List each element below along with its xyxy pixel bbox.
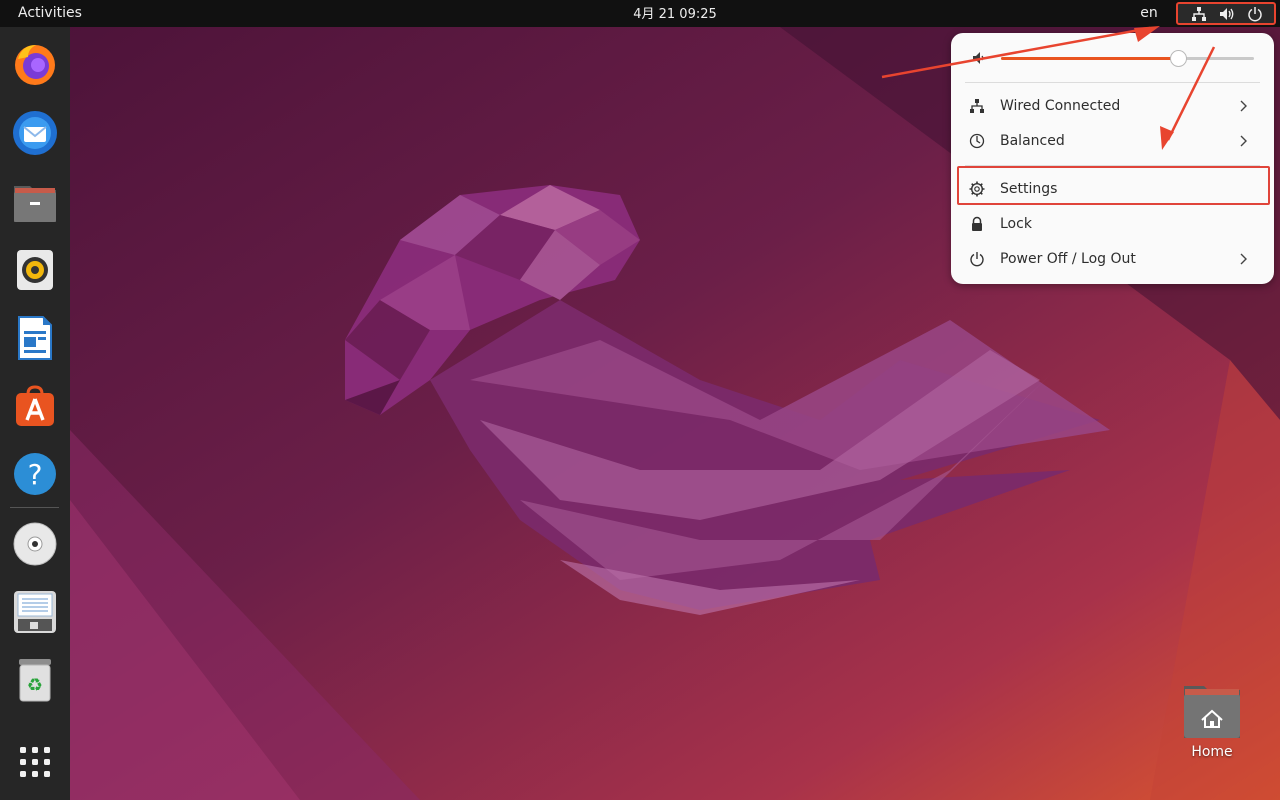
svg-text:?: ?	[28, 458, 43, 491]
help-icon: ?	[14, 453, 56, 495]
home-folder-label: Home	[1191, 744, 1233, 760]
volume-slider-fill	[1001, 57, 1179, 60]
thunderbird-icon	[13, 111, 57, 155]
network-icon	[1192, 7, 1206, 21]
volume-slider-handle[interactable]	[1170, 50, 1188, 67]
dock-item-software[interactable]	[10, 381, 60, 431]
gear-icon	[969, 181, 985, 197]
quick-settings-menu: Wired Connected Balanced Settings Lock P…	[951, 33, 1274, 284]
home-folder-icon	[1184, 686, 1240, 738]
files-icon	[14, 186, 56, 222]
volume-low-icon	[973, 52, 984, 64]
power-profile-icon	[969, 133, 985, 149]
menu-separator	[965, 82, 1260, 83]
desktop-home-folder[interactable]: Home	[1176, 680, 1248, 770]
dock-item-firefox[interactable]	[10, 39, 60, 89]
network-wired-icon	[970, 99, 984, 113]
writer-icon	[18, 316, 52, 360]
dock-separator	[10, 507, 59, 508]
menu-item-power-off[interactable]: Power Off / Log Out	[957, 242, 1268, 277]
trash-icon: ♻	[19, 659, 51, 702]
menu-item-label: Settings	[1000, 181, 1058, 197]
top-bar: Activities 4月 21 09:25 en	[0, 0, 1280, 27]
clock-container: 4月 21 09:25	[0, 0, 1280, 27]
dock-item-rhythmbox[interactable]	[10, 245, 60, 295]
disc-icon	[13, 522, 57, 566]
system-indicators-button[interactable]	[1176, 2, 1276, 25]
app-grid-icon	[20, 747, 50, 777]
menu-item-wired-connected[interactable]: Wired Connected	[957, 89, 1268, 124]
volume-icon	[1220, 8, 1234, 20]
volume-row	[951, 45, 1274, 71]
menu-item-label: Lock	[1000, 216, 1032, 232]
firefox-icon	[15, 45, 55, 85]
show-applications-button[interactable]	[10, 737, 60, 787]
menu-item-power-profile[interactable]: Balanced	[957, 124, 1268, 159]
chevron-right-icon	[1240, 100, 1247, 112]
dock-item-files[interactable]	[10, 177, 60, 227]
chevron-right-icon	[1240, 253, 1247, 265]
dock-item-trash[interactable]: ♻	[10, 655, 60, 705]
drive-icon	[14, 591, 56, 633]
dock-item-writer[interactable]	[10, 313, 60, 363]
menu-item-settings[interactable]: Settings	[957, 172, 1268, 207]
dock-item-disc[interactable]	[10, 519, 60, 569]
keyboard-layout-indicator[interactable]: en	[1134, 0, 1164, 27]
dock: ? ♻	[0, 27, 70, 800]
volume-slider[interactable]	[1001, 50, 1254, 67]
software-icon	[16, 385, 54, 426]
rhythmbox-icon	[17, 250, 53, 290]
dock-item-drive[interactable]	[10, 587, 60, 637]
dock-item-thunderbird[interactable]	[10, 108, 60, 158]
menu-item-lock[interactable]: Lock	[957, 207, 1268, 242]
dock-item-help[interactable]: ?	[10, 449, 60, 499]
clock-button[interactable]: 4月 21 09:25	[633, 7, 717, 22]
power-icon	[1248, 7, 1262, 22]
power-icon	[970, 252, 984, 267]
menu-item-label: Power Off / Log Out	[1000, 251, 1136, 267]
svg-text:♻: ♻	[27, 675, 43, 696]
chevron-right-icon	[1240, 135, 1247, 147]
menu-item-label: Balanced	[1000, 133, 1065, 149]
activities-button[interactable]: Activities	[0, 0, 100, 27]
menu-item-label: Wired Connected	[1000, 98, 1121, 114]
lock-icon	[972, 216, 982, 231]
menu-separator	[965, 165, 1260, 166]
